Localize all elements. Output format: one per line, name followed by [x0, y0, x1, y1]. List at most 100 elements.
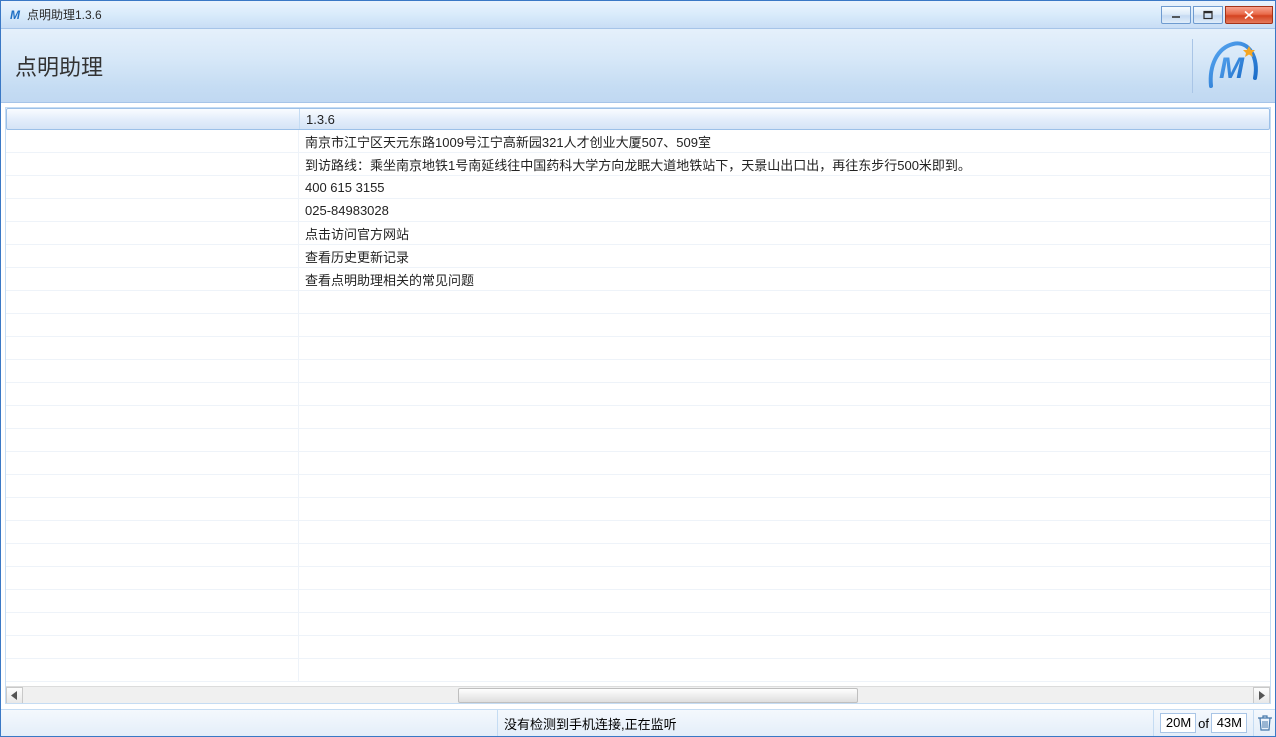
row-label [6, 406, 299, 428]
table-row[interactable]: 1.3.6 [6, 108, 1270, 130]
table-row [6, 590, 1270, 613]
row-label [6, 452, 299, 474]
row-label [6, 475, 299, 497]
row-value [299, 659, 1270, 681]
row-value [299, 383, 1270, 405]
row-value [299, 475, 1270, 497]
table-row[interactable]: 查看点明助理相关的常见问题 [6, 268, 1270, 291]
table-row [6, 337, 1270, 360]
table-row [6, 291, 1270, 314]
table-row [6, 429, 1270, 452]
scroll-right-arrow[interactable] [1253, 687, 1270, 704]
row-value [299, 590, 1270, 612]
table-row[interactable]: 到访路线：乘坐南京地铁1号南延线往中国药科大学方向龙眠大道地铁站下，天景山出口出… [6, 153, 1270, 176]
arrow-right-icon [1258, 691, 1265, 700]
close-button[interactable] [1225, 6, 1273, 24]
table-row [6, 521, 1270, 544]
window-title: 点明助理1.3.6 [27, 6, 1159, 23]
row-value: 点击访问官方网站 [299, 222, 1270, 244]
row-label [6, 360, 299, 382]
table-row[interactable]: 点击访问官方网站 [6, 222, 1270, 245]
table-row [6, 360, 1270, 383]
app-icon: M [7, 7, 23, 23]
arrow-left-icon [11, 691, 18, 700]
row-value: 查看点明助理相关的常见问题 [299, 268, 1270, 290]
header: 点明助理 M [1, 29, 1275, 103]
row-label [6, 245, 299, 267]
scroll-left-arrow[interactable] [6, 687, 23, 704]
scrollbar-thumb[interactable] [458, 688, 858, 703]
table-row[interactable]: 查看历史更新记录 [6, 245, 1270, 268]
row-label [6, 498, 299, 520]
status-message: 没有检测到手机连接,正在监听 [498, 710, 1153, 736]
table-row [6, 314, 1270, 337]
svg-text:M: M [1219, 52, 1245, 85]
row-value [299, 429, 1270, 451]
row-label [6, 659, 299, 681]
row-label [6, 567, 299, 589]
row-label [6, 544, 299, 566]
row-value [299, 613, 1270, 635]
row-label [6, 199, 299, 221]
minimize-icon [1170, 10, 1182, 20]
gc-button[interactable] [1253, 710, 1275, 736]
row-value: 025-84983028 [299, 199, 1270, 221]
row-label [6, 383, 299, 405]
maximize-icon [1202, 10, 1214, 20]
row-value [299, 452, 1270, 474]
row-label [6, 613, 299, 635]
row-label [6, 176, 299, 198]
horizontal-scrollbar[interactable] [6, 686, 1270, 703]
row-value: 400 615 3155 [299, 176, 1270, 198]
maximize-button[interactable] [1193, 6, 1223, 24]
row-value [299, 544, 1270, 566]
table-row[interactable]: 025-84983028 [6, 199, 1270, 222]
table-body: 1.3.6南京市江宁区天元东路1009号江宁高新园321人才创业大厦507、50… [6, 108, 1270, 686]
trash-icon [1258, 715, 1272, 731]
status-left [1, 710, 498, 736]
row-label [6, 590, 299, 612]
row-value [299, 360, 1270, 382]
row-value: 到访路线：乘坐南京地铁1号南延线往中国药科大学方向龙眠大道地铁站下，天景山出口出… [299, 153, 1270, 175]
row-value: 1.3.6 [300, 109, 1269, 129]
table-row [6, 498, 1270, 521]
table-row [6, 659, 1270, 682]
close-icon [1243, 10, 1255, 20]
memory-total: 43M [1211, 713, 1247, 733]
info-table: 1.3.6南京市江宁区天元东路1009号江宁高新园321人才创业大厦507、50… [5, 107, 1271, 704]
row-label [6, 337, 299, 359]
row-label [6, 429, 299, 451]
table-row [6, 383, 1270, 406]
table-row [6, 406, 1270, 429]
table-row [6, 452, 1270, 475]
statusbar: 没有检测到手机连接,正在监听 20M of 43M [1, 709, 1275, 736]
row-label [6, 636, 299, 658]
row-label [6, 314, 299, 336]
row-value: 南京市江宁区天元东路1009号江宁高新园321人才创业大厦507、509室 [299, 130, 1270, 152]
row-value: 查看历史更新记录 [299, 245, 1270, 267]
page-title: 点明助理 [15, 50, 1192, 82]
main-content: 1.3.6南京市江宁区天元东路1009号江宁高新园321人才创业大厦507、50… [1, 103, 1275, 708]
memory-of-label: of [1198, 716, 1209, 731]
table-row [6, 544, 1270, 567]
row-value [299, 636, 1270, 658]
row-value [299, 314, 1270, 336]
table-row[interactable]: 400 615 3155 [6, 176, 1270, 199]
table-row [6, 613, 1270, 636]
minimize-button[interactable] [1161, 6, 1191, 24]
table-row [6, 636, 1270, 659]
app-logo: M [1205, 38, 1261, 94]
row-value [299, 521, 1270, 543]
table-row[interactable]: 南京市江宁区天元东路1009号江宁高新园321人才创业大厦507、509室 [6, 130, 1270, 153]
row-label [7, 109, 300, 129]
row-label [6, 521, 299, 543]
table-row [6, 475, 1270, 498]
row-label [6, 268, 299, 290]
window-controls [1159, 6, 1273, 24]
scrollbar-track[interactable] [23, 687, 1253, 704]
memory-indicator: 20M of 43M [1153, 710, 1253, 736]
row-label [6, 153, 299, 175]
table-row [6, 567, 1270, 590]
row-value [299, 291, 1270, 313]
row-value [299, 567, 1270, 589]
